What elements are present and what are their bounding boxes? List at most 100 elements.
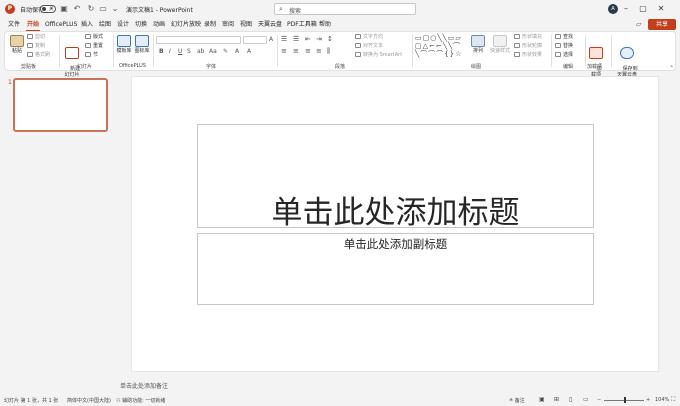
title-placeholder[interactable]: 单击此处添加标题	[197, 124, 594, 231]
tab-officeplus[interactable]: OfficePLUS	[44, 20, 78, 30]
char-spacing-icon[interactable]: ab	[197, 48, 205, 55]
align-left-icon[interactable]: ≡	[281, 47, 287, 55]
tab-transitions[interactable]: 切换	[134, 20, 148, 30]
font-family-select[interactable]	[156, 36, 241, 44]
align-text-button[interactable]: 对齐文本	[355, 43, 383, 50]
save-icon[interactable]: ▣	[59, 3, 69, 14]
columns-icon[interactable]: ⫼	[327, 47, 330, 56]
scissors-icon	[27, 34, 33, 39]
select-button[interactable]: 选择	[555, 52, 573, 59]
notes-placeholder[interactable]: 单击此处添加备注	[120, 381, 168, 390]
ribbon: 粘贴 剪切 复制 格式刷 剪贴板 新建 幻灯片 版式 重置 节 幻灯片 模板库 …	[4, 31, 676, 78]
new-slide-button[interactable]: 新建 幻灯片	[63, 35, 81, 84]
find-button[interactable]: 查找	[555, 34, 573, 41]
bullets-icon[interactable]: ☰	[281, 35, 287, 43]
group-divider	[551, 35, 552, 67]
section-button[interactable]: 节	[85, 52, 98, 59]
zoom-level[interactable]: 104%	[655, 397, 669, 403]
tab-view[interactable]: 视图	[239, 20, 253, 30]
align-right-icon[interactable]: ≡	[305, 47, 311, 55]
decrease-indent-icon[interactable]: ⇤	[305, 35, 311, 43]
increase-font-icon[interactable]: A	[269, 36, 273, 43]
shape-effects-button[interactable]: 形状效果	[514, 52, 542, 59]
quick-styles-button[interactable]: 快速样式	[489, 35, 511, 54]
shape-outline-button[interactable]: 形状轮廓	[514, 43, 542, 50]
collapse-ribbon-icon[interactable]: ⌃	[669, 65, 674, 72]
group-label-clipboard: 剪贴板	[21, 64, 37, 70]
reset-label: 重置	[93, 43, 104, 49]
language-status[interactable]: 简体中文(中国大陆)	[67, 397, 111, 404]
bold-icon[interactable]: B	[159, 48, 164, 55]
avatar[interactable]: A	[608, 4, 618, 14]
fit-slide-icon[interactable]: ⛶	[671, 396, 675, 404]
shape-fill-button[interactable]: 形状填充	[514, 34, 542, 41]
redo-icon[interactable]: ↻	[86, 3, 96, 14]
slideshow-view-icon[interactable]: ▭	[583, 396, 589, 403]
zoom-out-icon[interactable]: −	[597, 397, 601, 403]
tab-insert[interactable]: 插入	[80, 20, 94, 30]
arrange-button[interactable]: 排列	[471, 35, 485, 54]
tab-tianyi-cloud[interactable]: 天翼云盘	[257, 20, 283, 30]
line-spacing-icon[interactable]: ↕	[327, 35, 333, 43]
addins-icon	[589, 47, 603, 59]
customize-toolbar-icon[interactable]: ⌄	[110, 3, 120, 14]
tab-file[interactable]: 文件	[7, 20, 21, 30]
format-painter-button[interactable]: 格式刷	[27, 52, 50, 59]
reset-button[interactable]: 重置	[85, 43, 103, 50]
fill-icon	[514, 34, 520, 39]
tab-record[interactable]: 录制	[203, 20, 217, 30]
maximize-icon[interactable]: ▢	[636, 2, 650, 16]
undo-icon[interactable]: ↶	[72, 3, 82, 14]
accessibility-status[interactable]: ⚇ 辅助功能: 一切就绪	[116, 397, 165, 404]
tab-slideshow[interactable]: 幻灯片放映	[170, 20, 202, 30]
powerpoint-logo-icon: P	[5, 4, 15, 14]
shape-effects-label: 形状效果	[522, 52, 543, 58]
notes-button[interactable]: ≙ 备注	[509, 397, 525, 404]
minimize-icon[interactable]: –	[619, 2, 633, 16]
replace-button[interactable]: 替换	[555, 43, 573, 50]
tab-design[interactable]: 设计	[116, 20, 130, 30]
search-input[interactable]: ⌕ 搜索	[274, 3, 416, 15]
comment-icon[interactable]: ▱	[636, 20, 641, 28]
subtitle-placeholder[interactable]: 单击此处添加副标题	[197, 233, 594, 305]
smartart-button[interactable]: 转换为 SmartArt	[355, 52, 402, 59]
normal-view-icon[interactable]: ▣	[539, 396, 545, 403]
layout-button[interactable]: 版式	[85, 34, 103, 41]
layout-label: 版式	[93, 34, 104, 40]
cut-button[interactable]: 剪切	[27, 34, 45, 41]
template-library-button[interactable]: 模板库	[116, 35, 132, 54]
slide-thumbnail[interactable]	[13, 78, 108, 132]
close-icon[interactable]: ✕	[654, 2, 668, 16]
tab-animations[interactable]: 动画	[152, 20, 166, 30]
share-button[interactable]: 共享	[648, 19, 676, 30]
reading-view-icon[interactable]: ▯	[569, 396, 572, 403]
numbering-icon[interactable]: ☰	[293, 35, 299, 43]
italic-icon[interactable]: I	[169, 48, 171, 55]
tab-review[interactable]: 审阅	[221, 20, 235, 30]
shapes-gallery[interactable]: ▭▢○╲╲▭▱ ▢△⌐⌐╲╲⌒ ╲⌒⌒⌒{}☆	[415, 34, 462, 58]
font-size-select[interactable]	[243, 36, 267, 44]
underline-icon[interactable]: U	[178, 48, 182, 55]
copy-label: 复制	[35, 43, 46, 49]
strikethrough-icon[interactable]: S	[187, 48, 191, 55]
tab-help[interactable]: 帮助	[318, 20, 332, 30]
copy-button[interactable]: 复制	[27, 43, 45, 50]
align-center-icon[interactable]: ≡	[293, 47, 299, 55]
icon-library-button[interactable]: 图标库	[134, 35, 150, 54]
tab-pdf-toolbox[interactable]: PDF工具箱	[286, 20, 318, 30]
font-color-icon[interactable]: A	[235, 48, 239, 55]
justify-icon[interactable]: ≡	[316, 47, 322, 55]
tab-draw[interactable]: 绘图	[98, 20, 112, 30]
slideshow-icon[interactable]: ▭	[98, 3, 108, 14]
tab-home[interactable]: 开始	[26, 20, 41, 32]
change-case-icon[interactable]: Aa	[209, 48, 217, 55]
highlight-icon[interactable]: ✎	[223, 48, 228, 55]
increase-indent-icon[interactable]: ⇥	[316, 35, 322, 43]
paste-button[interactable]: 粘贴	[9, 35, 25, 54]
clear-format-icon[interactable]: A	[247, 48, 251, 55]
slide-sorter-icon[interactable]: ⊞	[554, 396, 559, 403]
zoom-in-icon[interactable]: +	[646, 397, 650, 403]
group-label-officeplus: OfficePLUS	[119, 63, 146, 69]
zoom-slider-thumb[interactable]	[624, 397, 626, 403]
text-direction-button[interactable]: 文字方向	[355, 34, 383, 41]
